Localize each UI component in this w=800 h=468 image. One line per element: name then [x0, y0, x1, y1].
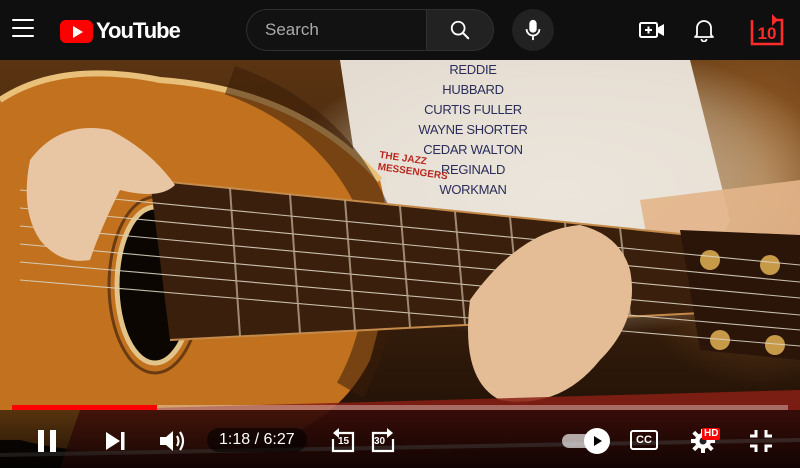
- voice-search-button[interactable]: [512, 9, 554, 51]
- hd-badge: HD: [702, 428, 721, 440]
- volume-icon: [160, 431, 185, 451]
- youtube-play-logo-icon: [60, 19, 93, 43]
- create-video-icon: [639, 22, 664, 38]
- search-input[interactable]: [265, 10, 426, 50]
- microphone-icon: [525, 19, 541, 41]
- autoplay-toggle-knob: [584, 428, 610, 454]
- seek-forward-button[interactable]: 30: [366, 424, 398, 456]
- play-icon: [594, 436, 602, 446]
- replay-10-button[interactable]: 10: [748, 12, 788, 48]
- seek-back-button[interactable]: 15: [328, 424, 360, 456]
- search-box[interactable]: [246, 9, 426, 51]
- skip-next-icon: [106, 432, 125, 450]
- menu-icon[interactable]: [12, 19, 34, 39]
- autoplay-toggle[interactable]: [562, 428, 610, 454]
- masthead: YouTube 10: [0, 0, 800, 60]
- logo-text: YouTube: [96, 18, 181, 43]
- replay-10-label: 10: [758, 24, 777, 43]
- search-icon: [450, 20, 470, 40]
- subtitles-button[interactable]: CC: [630, 430, 658, 450]
- shirt-line: REDDIE HUBBARD: [442, 62, 504, 97]
- exit-fullscreen-button[interactable]: [746, 426, 776, 456]
- volume-button[interactable]: [156, 425, 188, 457]
- seek-forward-label: 30: [374, 436, 386, 447]
- pause-icon: [38, 430, 56, 452]
- shirt-line: WAYNE SHORTER: [418, 122, 528, 137]
- exit-fullscreen-icon: [750, 430, 772, 452]
- progress-bar-played: [12, 405, 158, 410]
- search-button[interactable]: [426, 9, 494, 51]
- pause-button[interactable]: [32, 426, 62, 456]
- seek-back-label: 15: [338, 436, 350, 447]
- progress-bar[interactable]: [12, 405, 788, 410]
- time-display: 1:18 / 6:27: [207, 428, 307, 452]
- notifications-bell-icon: [694, 20, 714, 42]
- replay-10-icon: 10: [750, 14, 784, 46]
- shirt-line: CURTIS FULLER: [424, 102, 522, 117]
- youtube-logo[interactable]: YouTube: [60, 18, 181, 44]
- notifications-button[interactable]: [690, 16, 718, 44]
- create-video-button[interactable]: [638, 16, 666, 44]
- next-button[interactable]: [100, 426, 130, 456]
